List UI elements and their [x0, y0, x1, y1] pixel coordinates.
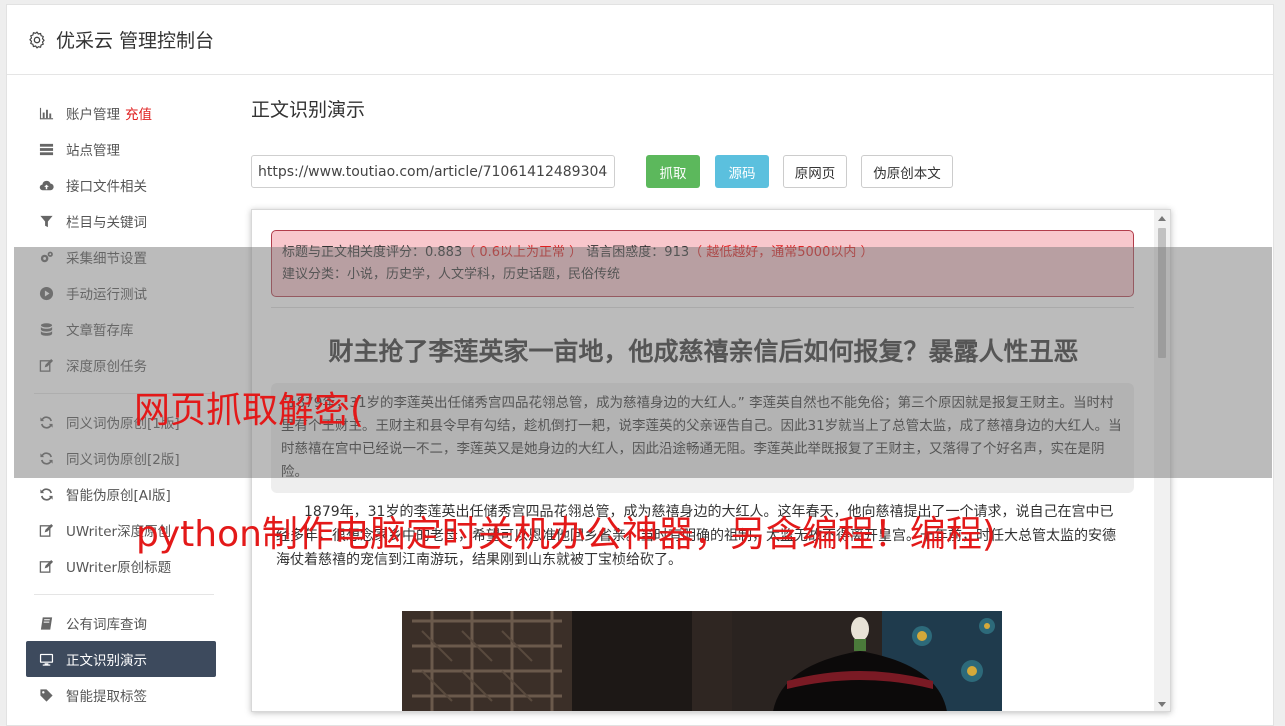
edit-icon — [38, 522, 54, 538]
sidebar-item-label: UWriter原创标题 — [66, 560, 172, 576]
source-button[interactable]: 源码 — [715, 155, 769, 188]
refresh-icon — [38, 486, 54, 502]
book-icon — [38, 615, 54, 631]
sidebar-item-text-recognition[interactable]: 正文识别演示 — [26, 641, 216, 677]
sidebar-item-label: 账户管理 — [66, 107, 120, 123]
sidebar-item-label: 智能伪原创[AI版] — [66, 488, 171, 504]
sidebar-item-label: 公有词库查询 — [66, 617, 147, 633]
main-content: 正文识别演示 抓取 源码 原网页 伪原创本文 — [251, 95, 1251, 188]
sidebar-item-label: 智能提取标签 — [66, 689, 147, 705]
sidebar-item-label: 站点管理 — [66, 143, 120, 159]
sidebar-item-account[interactable]: 账户管理 充值 — [26, 95, 216, 131]
fetch-button[interactable]: 抓取 — [646, 155, 700, 188]
top-header: 优采云 管理控制台 — [7, 5, 1273, 75]
filter-icon — [38, 213, 54, 229]
overlay-title-line-1: 网页抓取解密( — [134, 390, 365, 431]
page-title: 正文识别演示 — [251, 99, 366, 121]
sidebar-item-columns-keywords[interactable]: 栏目与关键词 — [26, 203, 216, 239]
sidebar-item-label: 正文识别演示 — [66, 653, 147, 669]
sidebar-item-smart-tags[interactable]: 智能提取标签 — [26, 677, 216, 713]
scroll-down-arrow-icon[interactable] — [1158, 702, 1166, 707]
scroll-up-arrow-icon[interactable] — [1158, 216, 1166, 221]
cloud-upload-icon — [38, 177, 54, 193]
sidebar-item-interface-files[interactable]: 接口文件相关 — [26, 167, 216, 203]
app-title: 优采云 管理控制台 — [56, 30, 215, 52]
original-page-button[interactable]: 原网页 — [783, 155, 847, 188]
desktop-icon — [38, 651, 54, 667]
server-icon — [38, 141, 54, 157]
url-input[interactable] — [251, 155, 615, 188]
article-image — [402, 611, 1002, 711]
recharge-link[interactable]: 充值 — [125, 103, 152, 123]
watermark-band — [14, 247, 1272, 478]
edit-icon — [38, 558, 54, 574]
sidebar-item-public-lexicon[interactable]: 公有词库查询 — [26, 605, 216, 641]
overlay-title-line-2: python制作电脑定时关机办公神器，另含编程！编程) — [136, 514, 996, 555]
bar-chart-icon — [38, 105, 54, 121]
sidebar-item-label: 栏目与关键词 — [66, 215, 147, 231]
tag-icon — [38, 687, 54, 703]
sidebar-divider — [34, 594, 214, 595]
sidebar-item-sites[interactable]: 站点管理 — [26, 131, 216, 167]
pseudo-original-button[interactable]: 伪原创本文 — [861, 155, 953, 188]
sidebar-item-label: 接口文件相关 — [66, 179, 147, 195]
sidebar-item-ai-pseudo[interactable]: 智能伪原创[AI版] — [26, 476, 216, 512]
gear-icon — [29, 31, 45, 49]
url-toolbar: 抓取 源码 原网页 伪原创本文 — [251, 155, 1201, 189]
